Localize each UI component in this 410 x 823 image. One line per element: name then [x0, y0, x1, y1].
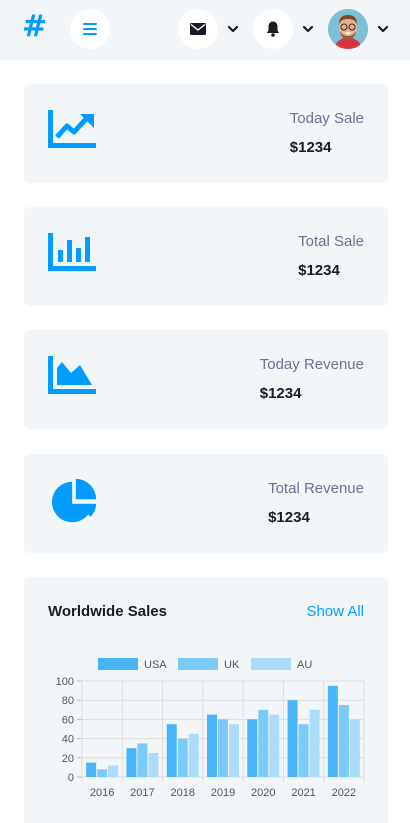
- stat-label: Today Sale: [289, 110, 364, 127]
- stat-value: $1234: [268, 509, 310, 526]
- bar-au: [349, 719, 360, 777]
- chart-pie-icon: [51, 478, 97, 523]
- bar-usa: [207, 714, 217, 777]
- bar-usa: [327, 685, 338, 777]
- chevron-down-icon: [228, 25, 238, 32]
- show-all-link[interactable]: Show All: [306, 603, 364, 620]
- x-tick-label: 2020: [251, 787, 275, 799]
- x-tick-label: 2017: [130, 787, 154, 799]
- chevron-down-icon: [303, 25, 313, 32]
- bar-usa: [86, 762, 97, 777]
- envelope-icon: [190, 23, 206, 35]
- stat-value: $1234: [259, 385, 302, 402]
- chevron-down-icon: [378, 25, 388, 32]
- y-tick-label: 40: [62, 734, 74, 746]
- notifications-button[interactable]: [253, 9, 293, 49]
- y-tick-label: 80: [62, 695, 74, 707]
- stat-card-total-revenue: Total Revenue $1234: [24, 454, 388, 553]
- bar-au: [148, 753, 159, 777]
- panel-title: Worldwide Sales: [48, 603, 167, 620]
- chart-area-icon: [48, 356, 96, 394]
- bar-usa: [247, 719, 258, 777]
- stat-card-today-revenue: Today Revenue $1234: [24, 330, 388, 429]
- legend-swatch: [251, 658, 291, 670]
- stat-label: Total Sale: [298, 233, 364, 250]
- bar-au: [229, 724, 239, 777]
- chart-bar-icon: [48, 233, 96, 271]
- bar-au: [108, 765, 119, 777]
- bar-au: [309, 709, 320, 777]
- bar-uk: [258, 709, 269, 777]
- bell-icon: [266, 21, 280, 37]
- bar-uk: [298, 724, 309, 777]
- stat-value: $1234: [298, 262, 340, 279]
- legend-label: USA: [144, 659, 167, 671]
- messages-dropdown-caret[interactable]: [226, 22, 240, 36]
- bar-uk: [97, 769, 108, 777]
- y-tick-label: 0: [68, 772, 74, 784]
- x-tick-label: 2018: [170, 787, 194, 799]
- bars-icon: [83, 23, 97, 35]
- legend-swatch: [178, 658, 218, 670]
- bar-au: [188, 733, 199, 777]
- bar-usa: [166, 724, 177, 777]
- bar-uk: [218, 719, 228, 777]
- bar-usa: [126, 748, 137, 777]
- bar-au: [269, 714, 280, 777]
- x-tick-label: 2021: [291, 787, 315, 799]
- stat-card-today-sale: Today Sale $1234: [24, 84, 388, 183]
- sidebar-toggle-button[interactable]: [70, 9, 110, 49]
- brand-logo[interactable]: #: [22, 10, 47, 44]
- avatar[interactable]: [328, 9, 368, 49]
- chart-line-icon: [48, 110, 96, 148]
- user-photo: [328, 9, 368, 49]
- y-tick-label: 20: [62, 753, 74, 765]
- worldwide-sales-panel: Worldwide Sales Show All USA UK AU 0 20 40 60 8…: [24, 577, 388, 823]
- stat-label: Total Revenue: [268, 480, 364, 497]
- x-tick-label: 2022: [332, 787, 356, 799]
- x-tick-label: 2019: [211, 787, 235, 799]
- legend-label: AU: [297, 659, 312, 671]
- y-tick-label: 100: [56, 676, 74, 688]
- stat-label: Today Revenue: [259, 356, 364, 373]
- bar-usa: [287, 700, 298, 777]
- top-navbar: #: [0, 0, 410, 60]
- y-tick-label: 60: [62, 714, 74, 726]
- legend-swatch: [98, 658, 138, 670]
- messages-button[interactable]: [178, 9, 218, 49]
- bar-uk: [137, 743, 148, 777]
- x-tick-label: 2016: [90, 787, 114, 799]
- bar-uk: [177, 738, 188, 777]
- legend-label: UK: [224, 659, 240, 671]
- worldwide-sales-chart: USA UK AU 0 20 40 60 80 100 2016 2017 2018 2019 2020 2…: [56, 658, 365, 799]
- stat-value: $1234: [289, 139, 332, 156]
- profile-dropdown-caret[interactable]: [376, 22, 390, 36]
- stat-card-total-sale: Total Sale $1234: [24, 207, 388, 306]
- bar-uk: [338, 705, 349, 777]
- notifications-dropdown-caret[interactable]: [301, 22, 315, 36]
